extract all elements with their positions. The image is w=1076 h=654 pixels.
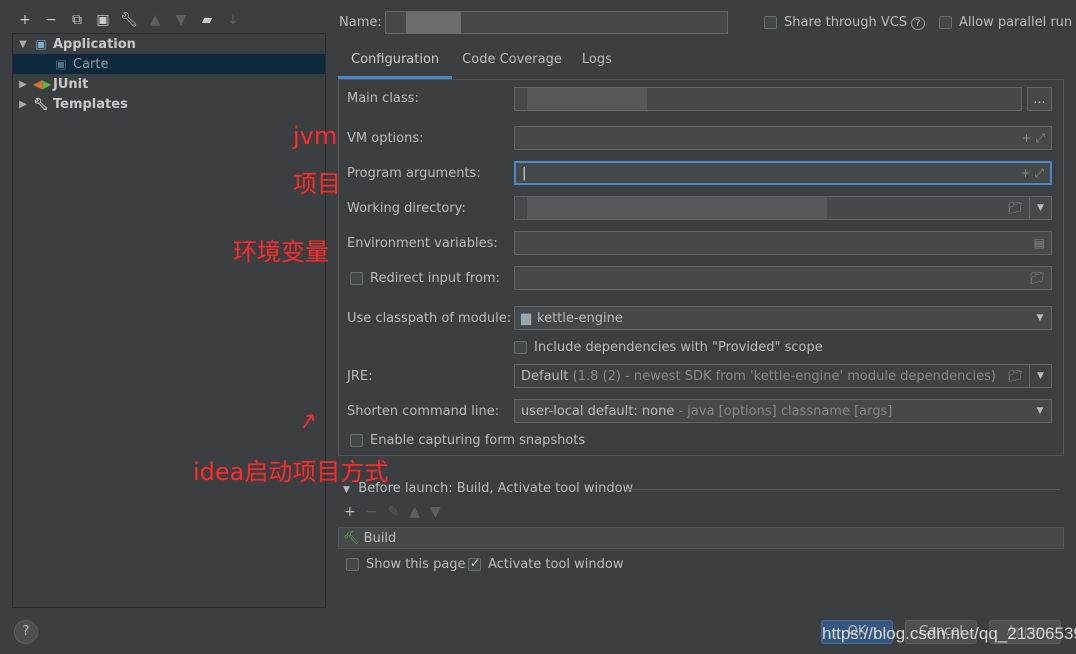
classpath-select[interactable]: ▆ kettle-engine ▼ (514, 306, 1052, 330)
arrow-up-icon[interactable]: ▲ (142, 12, 168, 28)
folder-add-icon[interactable]: ▰ (194, 12, 220, 28)
arrow-down-icon[interactable]: ▼ (430, 504, 441, 520)
annotation-jvm: jvm (293, 122, 338, 150)
copy-icon[interactable]: ⧉ (64, 12, 90, 28)
wrench-icon[interactable]: 🔧︎ (116, 12, 142, 28)
name-input[interactable] (385, 11, 728, 34)
sort-icon[interactable]: ↓ (220, 12, 246, 28)
save-icon[interactable]: ▣ (90, 12, 116, 28)
vm-options-label: VM options: (347, 131, 424, 146)
tab-logs[interactable]: Logs (572, 46, 622, 79)
expand-icon[interactable]: + ⤢ (1021, 166, 1044, 181)
tab-configuration[interactable]: Configuration (338, 46, 453, 79)
tree-item-carte[interactable]: ▣ Carte (13, 54, 325, 74)
collapse-icon[interactable]: ▶ (13, 99, 33, 110)
minus-icon[interactable]: − (38, 12, 64, 28)
jre-label: JRE: (347, 369, 373, 384)
junit-icon: ◀▶ (33, 77, 52, 91)
before-launch-item-build[interactable]: 🔨︎ Build (338, 527, 1064, 549)
parallel-run-checkbox[interactable]: Allow parallel run (939, 15, 1072, 30)
wrench-icon: 🔧︎ (33, 97, 49, 111)
watermark: https://blog.csdn.net/qq_21306539 (822, 624, 1076, 643)
expand-icon[interactable]: ▼ (13, 39, 33, 50)
share-vcs-checkbox[interactable]: Share through VCS ? (764, 15, 925, 30)
application-icon: ▣ (35, 37, 47, 51)
chevron-down-icon[interactable]: ▼ (1029, 307, 1051, 329)
vm-options-input[interactable]: + ⤢ (514, 126, 1052, 150)
working-directory-input[interactable]: 📁︎ ▼ (514, 196, 1052, 220)
shorten-command-line-select[interactable]: user-local default: none - java [options… (514, 399, 1052, 423)
redirect-input-field[interactable]: 📁︎ (514, 266, 1052, 290)
name-label: Name: (339, 15, 382, 30)
show-page-checkbox[interactable]: Show this page (346, 557, 466, 572)
plus-icon[interactable]: + (12, 12, 38, 28)
classpath-label: Use classpath of module: (347, 311, 512, 326)
environment-variables-input[interactable]: ▤ (514, 231, 1052, 255)
chevron-down-icon[interactable]: ▼ (1029, 400, 1051, 422)
include-dependencies-checkbox[interactable]: Include dependencies with "Provided" sco… (514, 340, 823, 355)
tree-item-templates[interactable]: ▶ 🔧︎ Templates (13, 94, 325, 114)
shorten-command-line-label: Shorten command line: (347, 404, 500, 419)
chevron-down-icon[interactable]: ▼ (1029, 197, 1051, 219)
hammer-icon: 🔨︎ (343, 531, 360, 546)
folder-icon[interactable]: 📁︎ (1008, 201, 1023, 215)
minus-icon[interactable]: − (366, 504, 378, 520)
config-tree: ▼ ▣ Application ▣ Carte ▶ ◀▶ JUnit ▶ 🔧︎ Templat… (12, 33, 326, 608)
program-arguments-label: Program arguments: (347, 166, 481, 181)
tab-code-coverage[interactable]: Code Coverage (452, 46, 572, 79)
working-directory-label: Working directory: (347, 201, 466, 216)
folder-icon[interactable]: 📁︎ (1030, 271, 1045, 285)
collapse-icon[interactable]: ▶ (13, 79, 33, 90)
tree-toolbar: + − ⧉ ▣ 🔧︎ ▲ ▼ ▰ ↓ (12, 10, 246, 30)
main-class-label: Main class: (347, 91, 419, 106)
arrow-up-icon[interactable]: ▲ (409, 504, 420, 520)
expand-icon[interactable]: + ⤢ (1022, 131, 1045, 146)
annotation-idea: idea启动项目方式 (193, 458, 389, 486)
divider (625, 489, 1060, 490)
edit-icon[interactable]: ✎ (387, 504, 399, 520)
snapshots-checkbox[interactable]: Enable capturing form snapshots (350, 433, 585, 448)
annotation-project: 项目 (293, 170, 341, 198)
tab-bar: Configuration Code Coverage Logs (338, 46, 622, 79)
browse-button[interactable]: ... (1027, 87, 1052, 111)
arrow-down-icon[interactable]: ▼ (168, 12, 194, 28)
document-icon[interactable]: ▤ (1034, 236, 1045, 250)
annotation-env: 环境变量 (233, 238, 329, 266)
jre-select[interactable]: Default (1.8 (2) - newest SDK from 'kett… (514, 364, 1052, 388)
activate-tool-window-checkbox[interactable]: Activate tool window (468, 556, 623, 572)
folder-icon[interactable]: 📁︎ (1008, 369, 1023, 383)
tree-item-application[interactable]: ▼ ▣ Application (13, 34, 325, 54)
before-launch-toolbar: + − ✎ ▲ ▼ (344, 504, 441, 520)
program-arguments-input[interactable]: | + ⤢ (514, 161, 1052, 185)
module-icon: ▆ (521, 310, 531, 326)
application-icon: ▣ (55, 57, 67, 71)
redirect-input-checkbox[interactable]: Redirect input from: (350, 271, 500, 286)
help-button[interactable]: ? (14, 620, 38, 644)
plus-icon[interactable]: + (344, 504, 356, 520)
tree-item-junit[interactable]: ▶ ◀▶ JUnit (13, 74, 325, 94)
help-icon[interactable]: ? (911, 17, 925, 30)
main-class-input[interactable] (514, 87, 1022, 111)
chevron-down-icon[interactable]: ▼ (1029, 365, 1051, 387)
environment-variables-label: Environment variables: (347, 236, 498, 251)
